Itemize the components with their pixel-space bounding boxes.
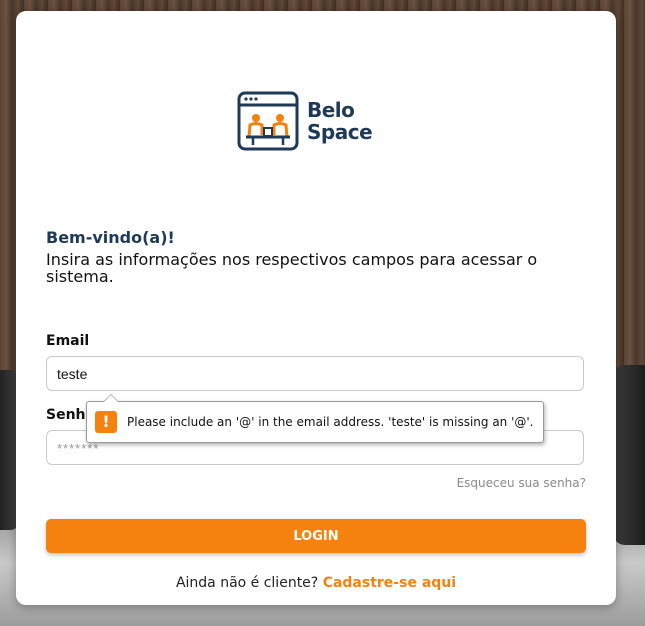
login-card: Belo Space Bem-vindo(a)! Insira as infor… xyxy=(16,11,616,605)
brand-name-line2: Space xyxy=(307,120,373,144)
email-input[interactable]: teste xyxy=(46,356,584,391)
brand-logo: Belo Space xyxy=(237,91,377,151)
email-validation-tooltip: ! Please include an '@' in the email add… xyxy=(86,394,544,443)
forgot-password-link[interactable]: Esqueceu sua senha? xyxy=(457,476,586,490)
validation-message: Please include an '@' in the email addre… xyxy=(127,415,534,429)
brand-name-line1: Belo xyxy=(307,98,355,122)
login-button[interactable]: LOGIN xyxy=(46,519,586,553)
welcome-title: Bem-vindo(a)! xyxy=(46,228,175,247)
warning-icon: ! xyxy=(95,411,117,433)
signup-prompt: Ainda não é cliente? Cadastre-se aqui xyxy=(16,575,616,591)
welcome-description: Insira as informações nos respectivos ca… xyxy=(46,250,538,286)
background-chair-right xyxy=(613,365,645,545)
signup-link[interactable]: Cadastre-se aqui xyxy=(323,575,456,591)
brand-name: Belo Space xyxy=(307,98,373,144)
signup-prompt-text: Ainda não é cliente? xyxy=(175,575,319,591)
email-label: Email xyxy=(46,333,90,349)
coworking-window-icon xyxy=(237,91,299,151)
